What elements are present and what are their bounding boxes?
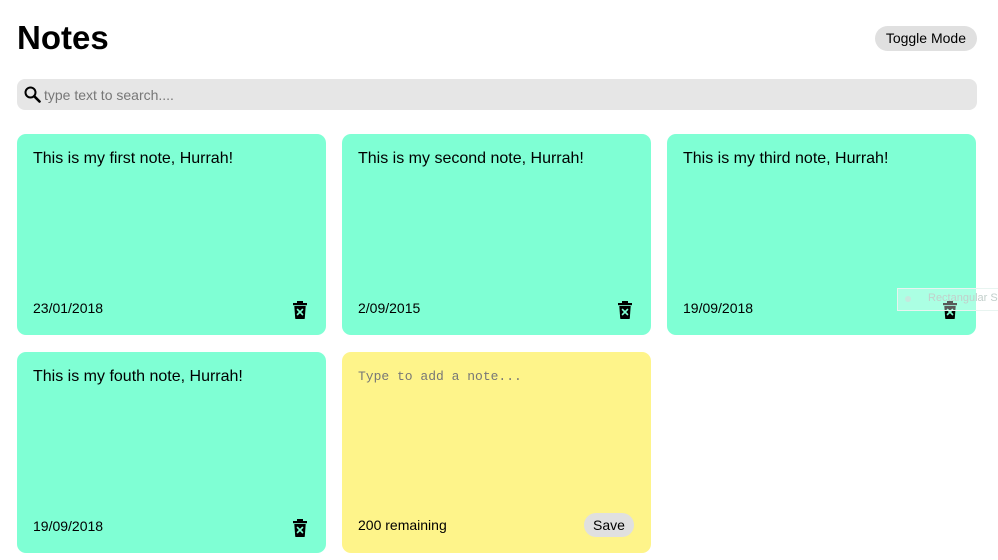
characters-remaining: 200 remaining [358,517,447,533]
note-text: This is my fouth note, Hurrah! [33,368,243,385]
note-date: 23/01/2018 [33,300,104,316]
search-input[interactable] [44,79,964,110]
note-date: 19/09/2018 [683,300,754,316]
note-date: 19/09/2018 [33,518,104,534]
tooltip-label: Rectangular S [928,292,998,304]
note-date: 2/09/2015 [358,300,421,316]
save-button[interactable]: Save [584,513,634,537]
search-icon [24,86,41,103]
note-card: This is my fouth note, Hurrah! 19/09/201… [17,352,326,553]
header: Notes Toggle Mode [17,18,977,58]
toggle-mode-button[interactable]: Toggle Mode [874,26,977,51]
trash-icon[interactable] [293,301,307,319]
tooltip-dot-icon [905,296,911,302]
trash-icon[interactable] [618,301,632,319]
note-text: This is my third note, Hurrah! [683,150,889,167]
page-title: Notes [17,19,109,56]
new-note-textarea[interactable] [358,369,633,499]
trash-icon[interactable] [293,519,307,537]
tooltip: Rectangular S [897,288,998,311]
note-text: This is my second note, Hurrah! [358,150,584,167]
search-bar[interactable] [17,79,977,110]
note-card: This is my second note, Hurrah! 2/09/201… [342,134,651,335]
note-card: This is my first note, Hurrah! 23/01/201… [17,134,326,335]
new-note-card: 200 remaining Save [342,352,651,553]
note-text: This is my first note, Hurrah! [33,150,234,167]
